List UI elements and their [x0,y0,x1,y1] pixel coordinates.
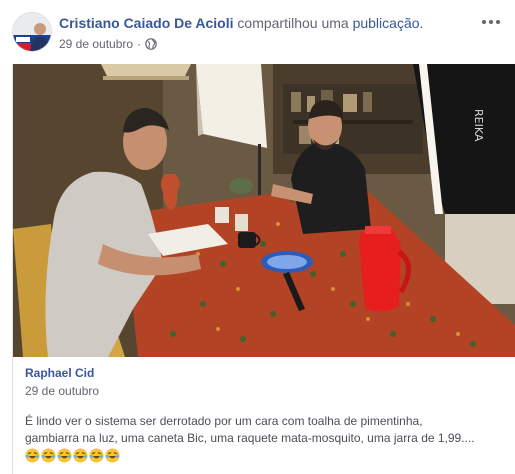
laughing-emoji-icon [25,448,40,463]
action-text: compartilhou uma [237,15,349,31]
laughing-emoji-icon [105,448,120,463]
post-date-link[interactable]: 29 de outubro [59,36,133,52]
video-frame: REIKA [13,64,515,357]
author-avatar[interactable] [12,12,52,52]
shared-post-content: Raphael Cid 29 de outubro É lindo ver o … [25,365,510,464]
shared-author-link[interactable]: Raphael Cid [25,365,510,381]
laughing-emoji-icon [89,448,104,463]
laughing-emoji-icon [73,448,88,463]
laughing-emoji-icon [41,448,56,463]
shared-post-text: É lindo ver o sistema ser derrotado por … [25,414,475,445]
shared-post: REIKA Raphael Cid 29 de outubro É lindo … [12,64,515,474]
globe-icon [145,38,157,50]
publication-link[interactable]: publicação. [353,15,424,31]
shared-date-link[interactable]: 29 de outubro [25,383,510,399]
emoji-row [25,448,510,464]
avatar-image [13,13,51,51]
shared-video[interactable]: REIKA [13,64,515,357]
post-header: Cristiano Caiado De Acioli compartilhou … [0,0,515,62]
svg-text:REIKA: REIKA [472,109,485,142]
laughing-emoji-icon [57,448,72,463]
meta-separator: · [137,37,142,51]
post-meta: 29 de outubro · [59,36,157,52]
post-title-line: Cristiano Caiado De Acioli compartilhou … [59,14,423,32]
author-name-link[interactable]: Cristiano Caiado De Acioli [59,15,234,31]
more-options-icon[interactable] [479,14,503,30]
